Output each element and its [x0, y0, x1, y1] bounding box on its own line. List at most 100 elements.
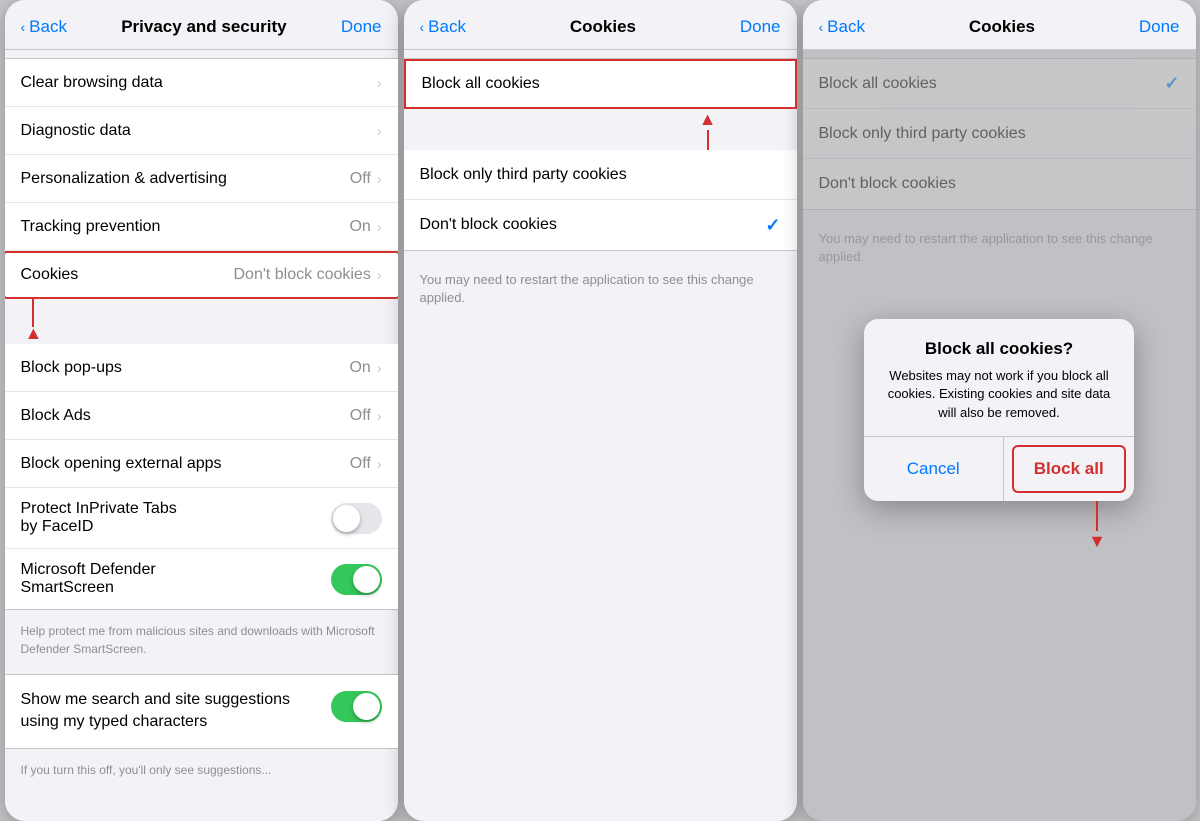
row-cookies[interactable]: Cookies Don't block cookies ›: [5, 251, 398, 299]
row-clear-browsing[interactable]: Clear browsing data ›: [5, 59, 398, 107]
label-block-popups: Block pop-ups: [21, 359, 350, 377]
toggle-search-suggestions[interactable]: [331, 691, 382, 722]
defender-helper-text: Help protect me from malicious sites and…: [5, 618, 398, 666]
done-button-3[interactable]: Done: [1139, 17, 1180, 37]
row-block-ads[interactable]: Block Ads Off ›: [5, 392, 398, 440]
arrow-head-2: ▲: [699, 109, 717, 130]
label-cookies: Cookies: [21, 266, 234, 284]
row-diagnostic[interactable]: Diagnostic data ›: [5, 107, 398, 155]
nav-bar-2: ‹ Back Cookies Done: [404, 0, 797, 50]
chevron-left-icon-1: ‹: [21, 19, 26, 35]
arrow-line-2: [707, 130, 709, 150]
label-diagnostic: Diagnostic data: [21, 122, 377, 140]
label-block-external: Block opening external apps: [21, 455, 350, 473]
chevron-tracking: ›: [377, 219, 382, 235]
dialog-title: Block all cookies?: [880, 339, 1118, 359]
row-protect-inprivate: Protect InPrivate Tabsby FaceID: [5, 488, 398, 549]
chevron-left-icon-2: ‹: [420, 19, 425, 35]
value-cookies: Don't block cookies: [233, 266, 370, 284]
value-block-ads: Off: [350, 407, 371, 425]
nav-bar-1: ‹ Back Privacy and security Done: [5, 0, 398, 50]
chevron-block-external: ›: [377, 456, 382, 472]
label-tracking: Tracking prevention: [21, 218, 350, 236]
chevron-left-icon-3: ‹: [819, 19, 824, 35]
chevron-cookies: ›: [377, 267, 382, 283]
back-button-2[interactable]: ‹ Back: [420, 17, 466, 37]
row-block-external[interactable]: Block opening external apps Off ›: [5, 440, 398, 488]
label-search-suggestions: Show me search and site suggestions usin…: [21, 689, 331, 734]
screen-cookies: ‹ Back Cookies Done Block all cookies ▲: [404, 0, 797, 821]
option-block-all[interactable]: Block all cookies: [404, 59, 797, 109]
chevron-clear-browsing: ›: [377, 75, 382, 91]
option-block-third-party[interactable]: Block only third party cookies: [404, 150, 797, 200]
search-helper-text: If you turn this off, you'll only see su…: [5, 757, 398, 787]
row-search-suggestions: Show me search and site suggestions usin…: [5, 675, 398, 748]
row-defender: Microsoft DefenderSmartScreen: [5, 549, 398, 609]
back-label-3: Back: [827, 17, 865, 37]
arrow-annotation-dialog: ▼: [864, 501, 1134, 552]
toggle-knob-search: [353, 693, 380, 720]
cookies-list: Block all cookies ▲ Block only third par…: [404, 50, 797, 821]
search-helper-label: If you turn this off, you'll only see su…: [21, 763, 272, 777]
checkmark-dont-block: ✓: [765, 215, 780, 236]
row-tracking[interactable]: Tracking prevention On ›: [5, 203, 398, 251]
screen-cookies-dialog: ‹ Back Cookies Done Block all cookies ✓ …: [803, 0, 1196, 821]
nav-bar-3: ‹ Back Cookies Done: [803, 0, 1196, 50]
back-label-2: Back: [428, 17, 466, 37]
value-tracking: On: [349, 218, 370, 236]
cookies-helper-text: You may need to restart the application …: [404, 259, 797, 319]
toggle-knob-defender: [353, 566, 380, 593]
defender-helper-label: Help protect me from malicious sites and…: [21, 624, 375, 656]
dialog-box: Block all cookies? Websites may not work…: [864, 319, 1134, 501]
arrow-annotation-cookies: ▲: [5, 299, 398, 344]
label-defender: Microsoft DefenderSmartScreen: [21, 561, 331, 597]
arrow-line-dialog: [1096, 501, 1098, 531]
arrow-annotation-block-all: ▲: [404, 109, 797, 150]
settings-list-1: Clear browsing data › Diagnostic data › …: [5, 50, 398, 821]
cancel-button[interactable]: Cancel: [864, 437, 1004, 501]
nav-title-2: Cookies: [570, 17, 636, 37]
back-button-1[interactable]: ‹ Back: [21, 17, 67, 37]
cookies-options-section: Block all cookies ▲ Block only third par…: [404, 58, 797, 251]
label-block-all: Block all cookies: [422, 75, 779, 93]
value-block-external: Off: [350, 455, 371, 473]
toggle-defender[interactable]: [331, 564, 382, 595]
value-block-popups: On: [349, 359, 370, 377]
done-button-1[interactable]: Done: [341, 17, 382, 37]
chevron-block-ads: ›: [377, 408, 382, 424]
arrow-head-1: ▲: [25, 323, 43, 344]
label-clear-browsing: Clear browsing data: [21, 74, 377, 92]
back-label-1: Back: [29, 17, 67, 37]
dialog-message: Websites may not work if you block all c…: [880, 367, 1118, 422]
label-block-third-party: Block only third party cookies: [420, 166, 781, 184]
toggle-knob-protect: [333, 505, 360, 532]
dialog-buttons: Cancel Block all: [864, 436, 1134, 501]
row-personalization[interactable]: Personalization & advertising Off ›: [5, 155, 398, 203]
block-all-button-wrap: Block all: [1004, 437, 1135, 501]
dialog-overlay: Block all cookies? Websites may not work…: [803, 50, 1196, 821]
dialog-content: Block all cookies? Websites may not work…: [864, 319, 1134, 436]
label-protect-inprivate: Protect InPrivate Tabsby FaceID: [21, 500, 331, 536]
screens-container: ‹ Back Privacy and security Done Clear b…: [5, 0, 1196, 821]
chevron-diagnostic: ›: [377, 123, 382, 139]
chevron-block-popups: ›: [377, 360, 382, 376]
toggle-protect-inprivate[interactable]: [331, 503, 382, 534]
back-button-3[interactable]: ‹ Back: [819, 17, 865, 37]
row-block-popups[interactable]: Block pop-ups On ›: [5, 344, 398, 392]
dialog-with-arrow: Block all cookies? Websites may not work…: [803, 319, 1196, 552]
block-all-button[interactable]: Block all: [1012, 445, 1127, 493]
option-dont-block[interactable]: Don't block cookies ✓: [404, 200, 797, 250]
label-personalization: Personalization & advertising: [21, 170, 350, 188]
value-personalization: Off: [350, 170, 371, 188]
screen-privacy-security: ‹ Back Privacy and security Done Clear b…: [5, 0, 398, 821]
nav-title-3: Cookies: [969, 17, 1035, 37]
label-block-ads: Block Ads: [21, 407, 350, 425]
label-dont-block: Don't block cookies: [420, 216, 766, 234]
done-button-2[interactable]: Done: [740, 17, 781, 37]
section-search: Show me search and site suggestions usin…: [5, 674, 398, 749]
chevron-personalization: ›: [377, 171, 382, 187]
arrow-head-dialog: ▼: [1088, 531, 1106, 552]
screen-3-content: Block all cookies ✓ Block only third par…: [803, 50, 1196, 821]
nav-title-1: Privacy and security: [121, 17, 286, 37]
section-main: Clear browsing data › Diagnostic data › …: [5, 58, 398, 610]
